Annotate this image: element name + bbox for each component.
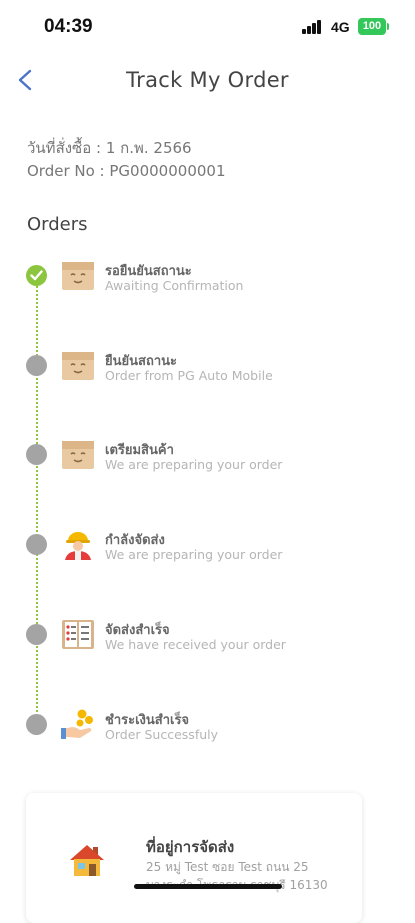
step-status-pending [26,714,47,735]
timeline-step: รอยืนยันสถานะ Awaiting Confirmation [0,258,415,306]
network-label: 4G [331,19,350,35]
step-status-pending [26,534,47,555]
battery-tip [387,23,389,30]
timeline-step: ยืนยันสถานะ Order from PG Auto Mobile [0,348,415,396]
status-bar: 04:39 4G 100 [0,0,415,52]
box-icon [62,262,94,290]
address-line-1: 25 หมู่ Test ซอย Test ถนน 25 [146,860,309,874]
battery-icon: 100 [358,18,386,35]
step-subtitle: We are preparing your order [105,547,283,562]
page-title: Track My Order [126,68,289,92]
check-icon [30,270,43,281]
timeline-step: กำลังจัดส่ง We are preparing your order [0,527,415,575]
step-subtitle: Awaiting Confirmation [105,278,244,293]
step-subtitle: We have received your order [105,637,286,652]
step-subtitle: We are preparing your order [105,457,283,472]
step-subtitle: Order from PG Auto Mobile [105,368,273,383]
address-title: ที่อยู่การจัดส่ง [146,838,235,856]
order-date: วันที่สั่งซื้อ : 1 ก.พ. 2566 [27,139,192,157]
timeline-step: จัดส่งสำเร็จ We have received your order [0,617,415,665]
house-icon [70,845,104,876]
signal-icon [302,20,324,34]
step-status-pending [26,624,47,645]
status-time: 04:39 [44,16,93,37]
shipping-address-card[interactable]: ที่อยู่การจัดส่ง 25 หมู่ Test ซอย Test ถ… [26,793,362,923]
home-indicator [134,884,282,889]
timeline-step: ชำระเงินสำเร็จ Order Successfuly [0,707,415,755]
step-status-pending [26,355,47,376]
step-subtitle: Order Successfuly [105,727,219,742]
box-icon [62,352,94,380]
step-status-pending [26,444,47,465]
step-status-done [26,265,47,286]
box-icon [62,441,94,469]
delivery-worker-icon [65,532,91,560]
orders-heading: Orders [27,214,88,235]
checklist-icon [62,620,94,649]
order-number: Order No : PG0000000001 [27,162,226,180]
timeline-step: เตรียมสินค้า We are preparing your order [0,437,415,485]
coins-hand-icon [61,709,93,739]
